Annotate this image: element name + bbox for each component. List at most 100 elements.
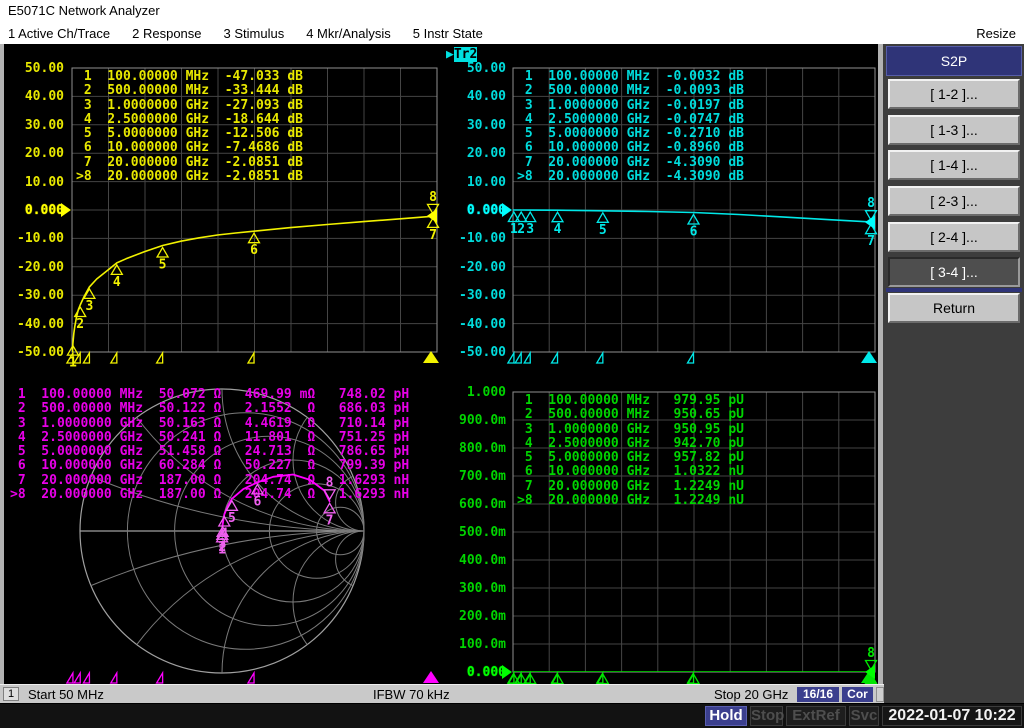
tr4-axis-label: 700.0m	[459, 469, 506, 484]
tr1-axis-label: 30.00	[24, 117, 64, 133]
tr1-axis-label: 0.000	[24, 203, 64, 218]
tr2-title: ▶Tr2 S43 Log Mag 10.00dB/ Ref 0.000dB [F…	[446, 47, 807, 62]
ifbw-readout: IFBW 70 kHz	[373, 687, 450, 702]
marker-row: 6 10.000000 GHz -7.4686 dB	[76, 140, 303, 156]
window-titlebar: E5071C Network Analyzer	[0, 0, 1024, 22]
channel-status-bar: 1 Start 50 MHz IFBW 70 kHz Stop 20 GHz 1…	[0, 684, 884, 703]
marker-row: >8 20.000000 GHz 187.00 Ω 204.74 Ω 1.629…	[10, 487, 410, 503]
marker-row: 6 10.000000 GHz -0.8960 dB	[517, 140, 744, 156]
tr2-axis-label: 50.00	[466, 61, 506, 76]
softkey-1-2-[interactable]: [ 1-2 ]...	[888, 79, 1020, 109]
tr4-axis-label: 100.0m	[459, 637, 506, 652]
tr1-axis-label: 50.00	[24, 61, 64, 76]
active-trace-arrow-icon: ▶	[446, 47, 454, 62]
tr3-title: Tr3 S33 Smith (R+jX) Scale 1.000U [F2]	[16, 367, 314, 382]
tr1-axis-label: -10.00	[17, 231, 64, 247]
softkey-return[interactable]: Return	[888, 293, 1020, 323]
menu-item-5[interactable]: 5 Instr State	[413, 26, 483, 41]
menu-item-4[interactable]: 4 Mkr/Analysis	[306, 26, 391, 41]
tr1-axis-label: -30.00	[17, 288, 64, 304]
marker-row: 2 500.00000 MHz 950.65 pU	[517, 407, 744, 423]
tr3-marker-table: 1 100.00000 MHz 50.072 Ω 469.99 mΩ 748.0…	[10, 387, 410, 503]
start-frequency: Start 50 MHz	[28, 687, 104, 702]
marker-row: >8 20.000000 GHz -2.0851 dB	[76, 169, 303, 185]
resize-button[interactable]: Resize	[976, 26, 1016, 41]
marker-row: 4 2.5000000 GHz -0.0747 dB	[517, 111, 744, 127]
tr2-axis-label: 30.00	[466, 117, 506, 133]
status-bar-right-fill	[884, 684, 1024, 703]
marker-row: 7 20.000000 GHz 187.00 Ω 204.74 Ω 1.6293…	[10, 472, 410, 488]
tr1-title: Tr1 S33 Log Mag 10.00dB/ Ref 0.000dB [F2…	[16, 47, 369, 62]
tr4-axis-label: 500.0m	[459, 525, 506, 540]
marker-row: 7 20.000000 GHz -4.3090 dB	[517, 154, 744, 170]
softkey-3-4-[interactable]: [ 3-4 ]...	[888, 257, 1020, 287]
tr1-marker-table: 1 100.00000 MHz -47.033 dB 2 500.00000 M…	[76, 69, 303, 185]
marker-row: 3 1.0000000 GHz -0.0197 dB	[517, 97, 744, 113]
tr4-axis-label: 300.0m	[459, 581, 506, 596]
softkey-sidebar: S2P Return [ 1-2 ]... [ 1-3 ]... [ 1-4 ]..…	[878, 44, 1024, 684]
tr2-axis-label: -30.00	[459, 288, 506, 304]
window-title: E5071C Network Analyzer	[8, 3, 160, 18]
tr2-axis-label: 40.00	[466, 89, 506, 105]
tr4-axis-label: 200.0m	[459, 609, 506, 624]
unused-indicator-box	[876, 687, 884, 702]
tr2-axis-label: -10.00	[459, 231, 506, 247]
marker-row: 5 5.0000000 GHz 51.458 Ω 24.713 Ω 786.65…	[10, 444, 410, 460]
tr1-axis-label: 40.00	[24, 89, 64, 105]
tr1-axis-label: -20.00	[17, 259, 64, 275]
marker-row: 5 5.0000000 GHz 957.82 pU	[517, 450, 744, 466]
tr2-active-label: Tr2	[453, 47, 478, 62]
tr4-title: Tr4 Ls Lin Mag 100.0mU/ Ref 0.000U [F2 E…	[446, 367, 783, 382]
marker-row: 1 100.00000 MHz -47.033 dB	[76, 69, 303, 84]
tr4-axis-label: 800.0m	[459, 441, 506, 456]
tr4-axis-label: 400.0m	[459, 553, 506, 568]
marker-row: 6 10.000000 GHz 1.0322 nU	[517, 464, 744, 480]
sweep-points-badge: 16/16	[797, 687, 839, 702]
menu-item-2[interactable]: 2 Response	[132, 26, 201, 41]
marker-row: 5 5.0000000 GHz -0.2710 dB	[517, 126, 744, 142]
datetime-readout: 2022-01-07 10:22	[882, 706, 1022, 726]
window-left-edge	[0, 44, 4, 684]
marker-row: 3 1.0000000 GHz 50.163 Ω 4.4619 Ω 710.14…	[10, 415, 410, 431]
tr1-axis-label: -40.00	[17, 316, 64, 332]
svc-indicator: Svc	[849, 706, 879, 726]
softkey-menu-title: S2P	[886, 46, 1022, 76]
tr4-marker-table: 1 100.00000 MHz 979.95 pU 2 500.00000 MH…	[517, 393, 744, 509]
tr4-axis-label: 600.0m	[459, 497, 506, 512]
tr1-axis-label: 10.00	[24, 174, 64, 190]
instrument-status-bar: Hold Stop ExtRef Svc 2022-01-07 10:22	[0, 703, 1024, 728]
tr2-axis-label: -40.00	[459, 316, 506, 332]
tr2-axis-label: 20.00	[466, 146, 506, 162]
softkey-divider	[886, 288, 1022, 292]
tr4-axis-label: 0.000	[466, 665, 506, 680]
menu-item-3[interactable]: 3 Stimulus	[224, 26, 285, 41]
tr2-axis-label: -20.00	[459, 259, 506, 275]
marker-row: 7 20.000000 GHz -2.0851 dB	[76, 154, 303, 170]
softkey-1-3-[interactable]: [ 1-3 ]...	[888, 115, 1020, 145]
extref-indicator: ExtRef	[786, 706, 846, 726]
marker-row: 2 500.00000 MHz -33.444 dB	[76, 83, 303, 99]
tr1-axis-label: 20.00	[24, 146, 64, 162]
menu-bar: 1 Active Ch/Trace 2 Response 3 Stimulus 4 M…	[0, 22, 1024, 44]
tr2-axis-label: -50.00	[459, 345, 506, 360]
softkey-2-4-[interactable]: [ 2-4 ]...	[888, 222, 1020, 252]
marker-row: >8 20.000000 GHz -4.3090 dB	[517, 169, 744, 185]
marker-row: 2 500.00000 MHz -0.0093 dB	[517, 83, 744, 99]
hold-indicator: Hold	[705, 706, 747, 726]
stop-indicator: Stop	[750, 706, 785, 726]
channel-number-box: 1	[3, 687, 19, 701]
marker-row: 1 100.00000 MHz -0.0032 dB	[517, 69, 744, 84]
softkey-1-4-[interactable]: [ 1-4 ]...	[888, 150, 1020, 180]
marker-row: 7 20.000000 GHz 1.2249 nU	[517, 478, 744, 494]
correction-badge: Cor	[842, 687, 873, 702]
softkey-2-3-[interactable]: [ 2-3 ]...	[888, 186, 1020, 216]
tr2-axis-label: 10.00	[466, 174, 506, 190]
marker-row: 1 100.00000 MHz 50.072 Ω 469.99 mΩ 748.0…	[10, 387, 410, 402]
tr2-marker-table: 1 100.00000 MHz -0.0032 dB 2 500.00000 M…	[517, 69, 744, 185]
marker-row: 4 2.5000000 GHz 942.70 pU	[517, 435, 744, 451]
marker-row: 4 2.5000000 GHz -18.644 dB	[76, 111, 303, 127]
marker-row: >8 20.000000 GHz 1.2249 nU	[517, 493, 744, 509]
tr2-axis-label: 0.000	[466, 203, 506, 218]
marker-row: 3 1.0000000 GHz 950.95 pU	[517, 421, 744, 437]
menu-item-1[interactable]: 1 Active Ch/Trace	[8, 26, 110, 41]
